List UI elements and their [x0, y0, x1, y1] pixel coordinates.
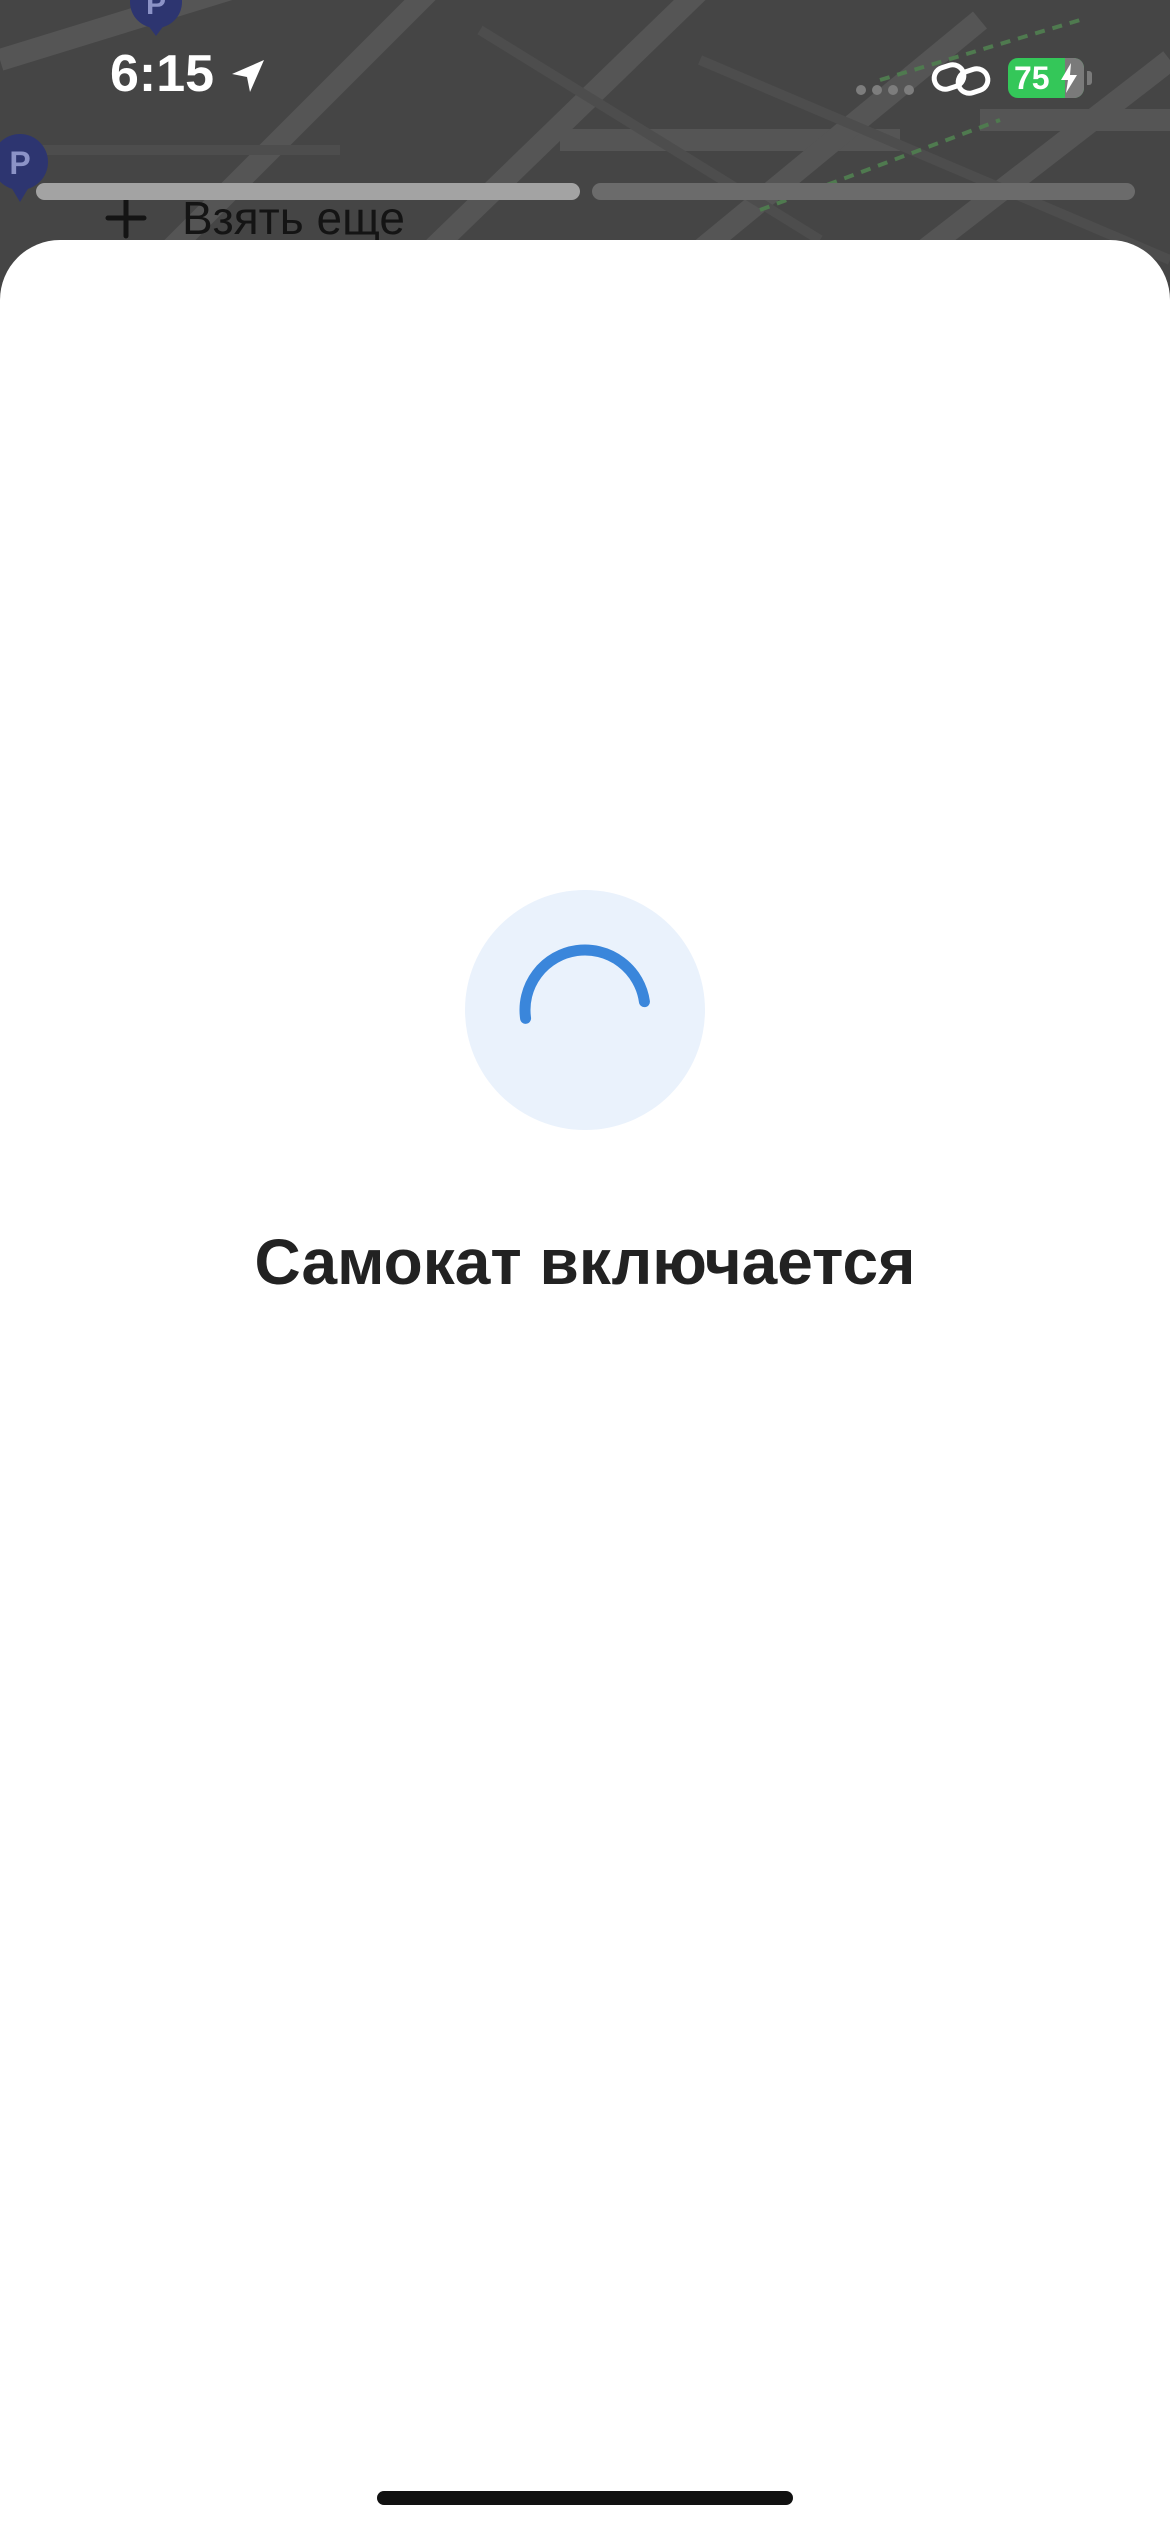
battery-indicator: 75: [1008, 58, 1084, 98]
cellular-signal-icon: [856, 85, 914, 95]
progress-segment-inactive: [592, 183, 1135, 200]
plus-icon: [105, 197, 147, 239]
scooter-status-title: Самокат включается: [254, 1226, 916, 1298]
location-arrow-icon: [232, 60, 264, 92]
battery-percent: 75: [1014, 60, 1050, 96]
charging-bolt-icon: [1061, 63, 1077, 93]
svg-text:P: P: [9, 145, 30, 181]
loading-indicator: [465, 890, 705, 1130]
spinner-icon: [519, 944, 650, 1024]
progress-segment-active: [36, 183, 580, 200]
link-icon: [931, 62, 991, 96]
bottom-sheet: Самокат включается: [0, 240, 1170, 2532]
status-bar: 6:15 75: [0, 0, 1170, 150]
screen: P P Взять еще 6:15 75 Самокат включается: [0, 0, 1170, 2532]
home-indicator[interactable]: [377, 2491, 793, 2505]
battery-cap: [1087, 71, 1092, 85]
status-time: 6:15: [110, 45, 215, 103]
